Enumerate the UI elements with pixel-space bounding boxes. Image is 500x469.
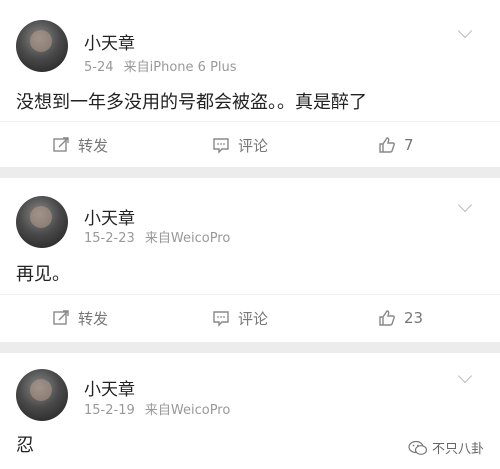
like-count: 23 xyxy=(404,309,424,327)
repost-label: 转发 xyxy=(78,309,109,328)
avatar[interactable] xyxy=(16,196,68,248)
action-bar: 转发 评论 7 xyxy=(0,121,500,167)
like-button[interactable]: 23 xyxy=(378,295,423,341)
comment-icon xyxy=(213,138,229,154)
chevron-down-icon[interactable] xyxy=(457,197,473,213)
repost-icon xyxy=(53,137,69,152)
post-source: 来自WeicoPro xyxy=(144,403,231,418)
thumbs-up-icon xyxy=(379,137,395,153)
wechat-icon xyxy=(408,440,428,455)
comment-button[interactable]: 评论 xyxy=(212,122,268,168)
username[interactable]: 小天章 xyxy=(84,29,135,54)
post-meta: 15-2-23 来自WeicoPro xyxy=(84,227,230,246)
like-count: 7 xyxy=(404,136,414,154)
post-card: 小天章 5-24 来自iPhone 6 Plus 没想到一年多没用的号都会被盗。… xyxy=(0,0,500,167)
watermark-text: 不只八卦 xyxy=(431,442,484,457)
post-meta: 15-2-19 来自WeicoPro xyxy=(84,399,230,418)
repost-button[interactable]: 转发 xyxy=(52,295,108,341)
post-date: 5-24 xyxy=(84,60,114,75)
chevron-down-icon[interactable] xyxy=(457,368,473,384)
avatar[interactable] xyxy=(16,20,68,72)
post-text: 没想到一年多没用的号都会被盗。。真是醉了 xyxy=(16,92,367,113)
thumbs-up-icon xyxy=(379,310,395,326)
comment-label: 评论 xyxy=(238,309,269,328)
post-source: 来自WeicoPro xyxy=(144,231,231,246)
post-text: 忍 xyxy=(16,435,34,456)
post-card: 小天章 15-2-19 来自WeicoPro 忍 不只八卦 xyxy=(0,353,500,469)
post-date: 15-2-23 xyxy=(84,231,135,246)
chevron-down-icon[interactable] xyxy=(457,23,473,39)
like-button[interactable]: 7 xyxy=(378,122,414,168)
post-source: 来自iPhone 6 Plus xyxy=(123,60,237,75)
action-bar: 转发 评论 23 xyxy=(0,294,500,340)
post-meta: 5-24 来自iPhone 6 Plus xyxy=(84,56,237,75)
post-date: 15-2-19 xyxy=(84,403,135,418)
username[interactable]: 小天章 xyxy=(84,204,135,229)
avatar[interactable] xyxy=(16,369,68,421)
username[interactable]: 小天章 xyxy=(84,375,135,400)
comment-label: 评论 xyxy=(238,136,269,155)
post-card: 小天章 15-2-23 来自WeicoPro 再见。 转发 评论 23 xyxy=(0,178,500,342)
post-text: 再见。 xyxy=(16,264,70,285)
watermark: 不只八卦 xyxy=(408,438,484,457)
repost-label: 转发 xyxy=(78,136,109,155)
repost-button[interactable]: 转发 xyxy=(52,122,108,168)
comment-button[interactable]: 评论 xyxy=(212,295,268,341)
repost-icon xyxy=(53,310,69,325)
comment-icon xyxy=(213,311,229,327)
